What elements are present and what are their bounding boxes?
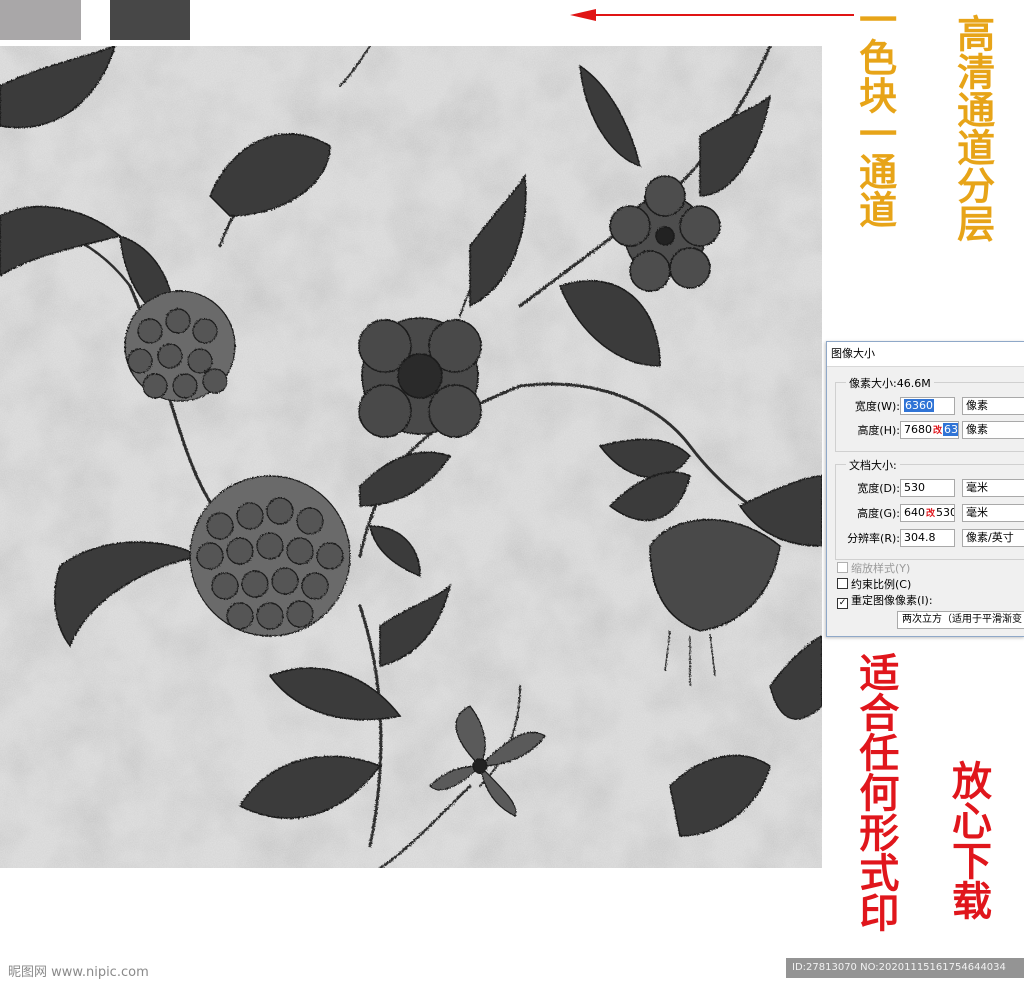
pixel-size-label: 像素大小:46.6M: [846, 375, 934, 391]
constrain-label: 约束比例(C): [851, 578, 912, 591]
doc-width-input[interactable]: 530: [900, 479, 955, 497]
height-unit-value: 像素: [966, 423, 988, 436]
height-input[interactable]: 7680改6360: [900, 421, 959, 439]
document-size-group: 文档大小: 宽度(D): 530 毫米 高度(G): 640改530 毫米 分辨…: [835, 457, 1024, 560]
doc-height-unit-value: 毫米: [966, 506, 988, 519]
checkmark-icon: ✓: [837, 598, 848, 609]
doc-height-label: 高度(G):: [857, 507, 900, 520]
height-change-mark: 改: [933, 426, 943, 436]
doc-width-unit-value: 毫米: [966, 481, 988, 494]
doc-height-change-mark: 改: [926, 509, 936, 519]
red-arrow-head-icon: [570, 9, 596, 21]
hydrangea-cluster-small: [124, 290, 236, 402]
width-label: 宽度(W):: [854, 400, 900, 413]
resample-method-select[interactable]: 两次立方（适用于平滑渐变: [897, 611, 1024, 629]
scale-styles-label: 缩放样式(Y): [851, 562, 911, 575]
caption-download-assured: 放心下载: [945, 760, 992, 920]
dialog-title: 图像大小: [827, 342, 1024, 367]
caption-fit-any-print: 适合任何形式印: [852, 652, 900, 932]
light-gray-swatch: [0, 0, 81, 40]
dark-gray-swatch: [110, 0, 190, 40]
resolution-unit-value: 像素/英寸: [966, 531, 1014, 544]
caption-one-block-one-channel: 一色块一通道: [852, 0, 898, 228]
doc-width-unit-select[interactable]: 毫米: [962, 479, 1024, 497]
scale-styles-checkbox[interactable]: 缩放样式(Y): [837, 562, 910, 576]
image-size-dialog: 图像大小 像素大小:46.6M 宽度(W): 6360 像素⌵ 高度(H): 7…: [826, 341, 1024, 637]
site-watermark: 昵图网 www.nipic.com: [8, 965, 149, 980]
height-label: 高度(H):: [857, 424, 900, 437]
doc-width-label: 宽度(D):: [857, 482, 900, 495]
width-unit-select[interactable]: 像素⌵: [962, 397, 1024, 415]
resample-checkbox[interactable]: ✓ 重定图像像素(I):: [837, 594, 933, 609]
resolution-label: 分辨率(R):: [847, 532, 900, 545]
width-value-selected: 6360: [904, 399, 934, 412]
resample-label: 重定图像像素(I):: [851, 594, 933, 607]
doc-size-label: 文档大小:: [846, 457, 900, 473]
resolution-input[interactable]: 304.8: [900, 529, 955, 547]
checkbox-empty-icon: [837, 578, 848, 589]
height-new-value: 6360: [943, 423, 958, 436]
doc-height-old-value: 640: [904, 506, 925, 519]
image-id-watermark: ID:27813070 NO:20201115161754644034: [786, 958, 1024, 978]
doc-height-unit-select[interactable]: 毫米: [962, 504, 1024, 522]
doc-width-value: 530: [904, 481, 925, 494]
doc-height-input[interactable]: 640改530: [900, 504, 955, 522]
pixel-dimensions-group: 像素大小:46.6M 宽度(W): 6360 像素⌵ 高度(H): 7680改6…: [835, 375, 1024, 452]
caption-hd-channel-layering: 高清通道分层: [950, 14, 996, 242]
height-old-value: 7680: [904, 423, 932, 436]
resolution-value: 304.8: [904, 531, 936, 544]
rose-flower: [358, 317, 482, 438]
constrain-proportions-checkbox[interactable]: 约束比例(C): [837, 578, 911, 592]
floral-pattern-svg: [0, 46, 822, 868]
page: 一色块一通道 高清通道分层 适合任何形式印 放心下载 图像大小 像素大小:46.…: [0, 0, 1024, 989]
hydrangea-cluster-large: [189, 475, 351, 637]
doc-height-new-value: 530: [936, 506, 955, 519]
checkbox-empty-icon: [837, 562, 848, 573]
red-arrow-line: [592, 14, 854, 16]
width-input[interactable]: 6360: [900, 397, 955, 415]
width-unit-value: 像素: [966, 399, 988, 412]
resolution-unit-select[interactable]: 像素/英寸: [962, 529, 1024, 547]
height-unit-select[interactable]: 像素⌵: [962, 421, 1024, 439]
floral-pattern-image: [0, 46, 822, 868]
